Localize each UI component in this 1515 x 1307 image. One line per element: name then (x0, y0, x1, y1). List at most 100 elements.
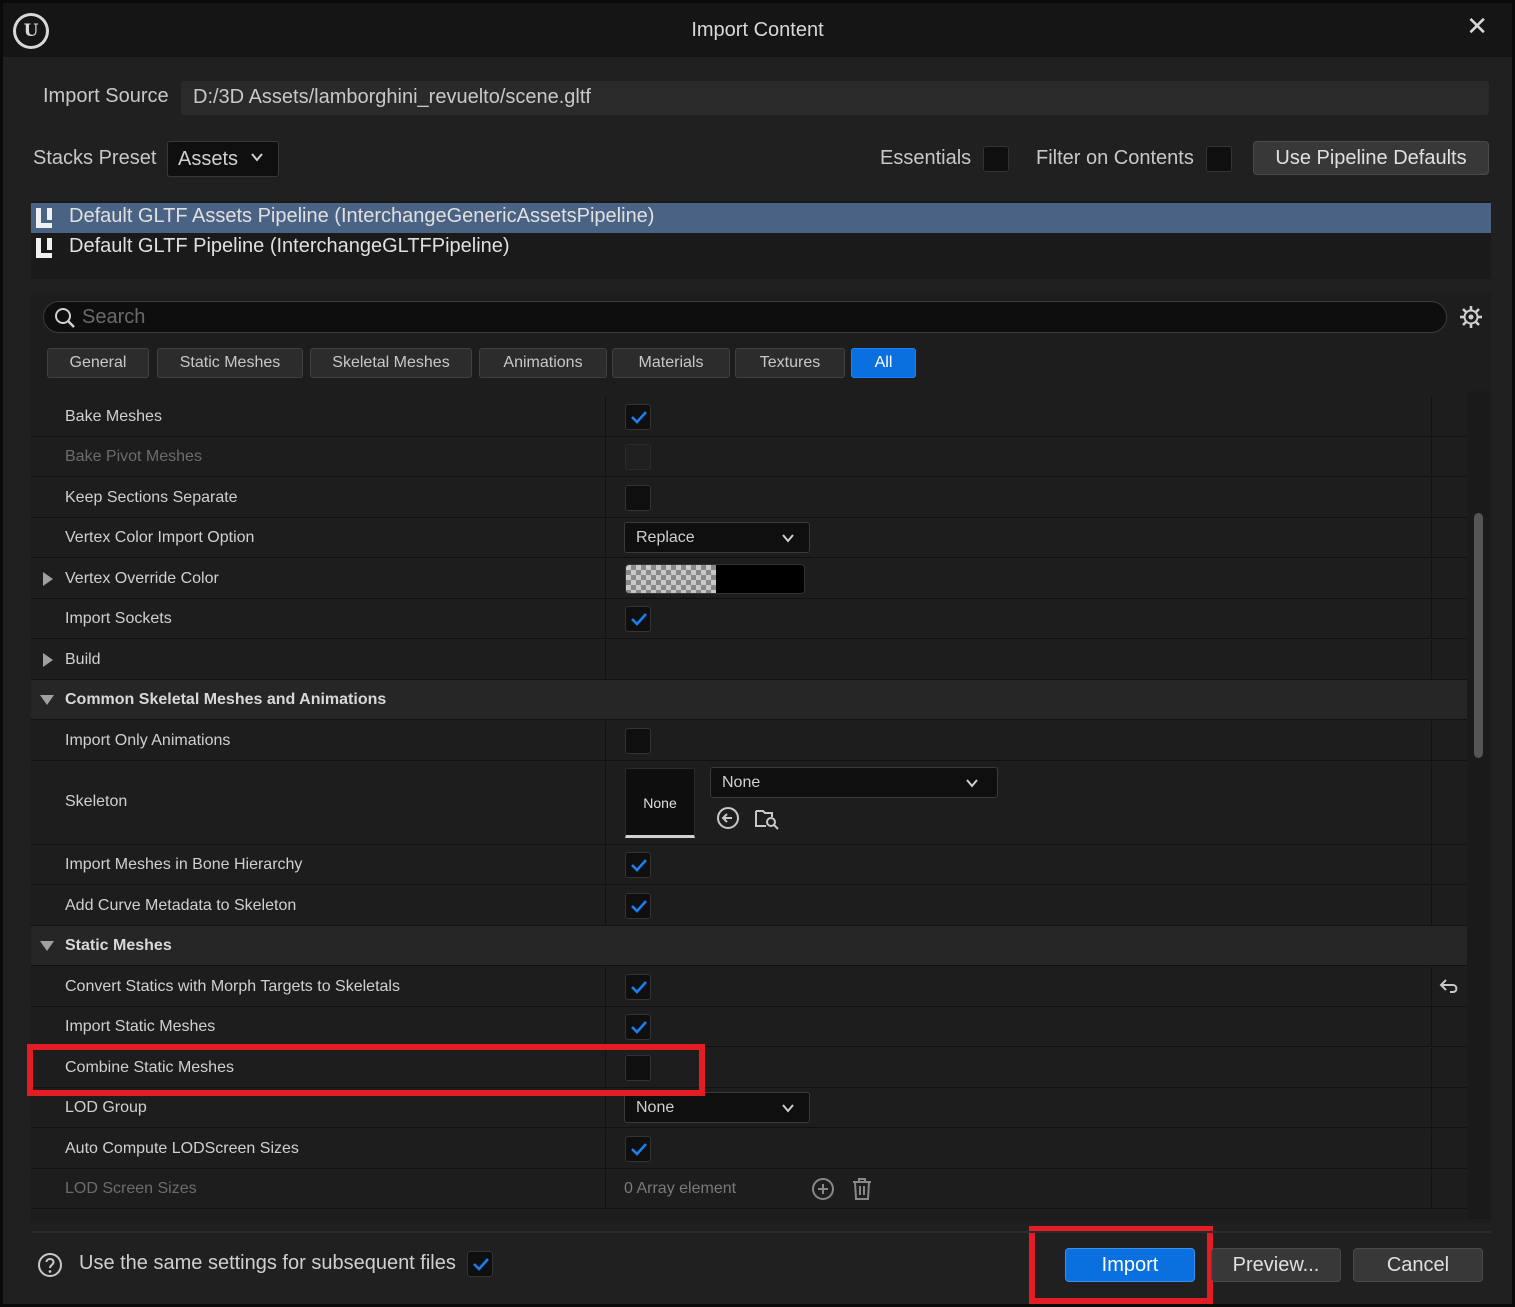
row-keep-sections-separate: Keep Sections Separate (31, 478, 1467, 518)
reset-to-default-icon[interactable] (1439, 977, 1461, 995)
import-button[interactable]: Import (1065, 1248, 1195, 1282)
search-box (43, 301, 1447, 333)
pipeline-item-gltf[interactable]: Default GLTF Pipeline (InterchangeGLTFPi… (31, 233, 1491, 263)
tab-all[interactable]: All (851, 348, 916, 378)
bake-pivot-meshes-checkbox[interactable] (625, 444, 651, 470)
checkmark-icon (631, 1021, 647, 1034)
property-label: Bake Meshes (65, 408, 162, 425)
search-icon (55, 308, 75, 328)
use-pipeline-defaults-button[interactable]: Use Pipeline Defaults (1253, 141, 1489, 175)
row-auto-compute-lod: Auto Compute LODScreen Sizes (31, 1129, 1467, 1169)
tab-materials[interactable]: Materials (612, 348, 730, 378)
pipeline-icon (36, 208, 56, 230)
lod-group-dropdown[interactable]: None (624, 1092, 810, 1123)
property-label: Add Curve Metadata to Skeleton (65, 897, 297, 914)
import-only-animations-checkbox[interactable] (625, 728, 651, 754)
category-label: Common Skeletal Meshes and Animations (65, 691, 387, 708)
title-bar: U Import Content ✕ (3, 3, 1512, 57)
collapse-arrow-icon[interactable] (40, 941, 54, 951)
property-label: Auto Compute LODScreen Sizes (65, 1140, 299, 1157)
browse-folder-icon[interactable] (754, 806, 780, 830)
add-element-icon[interactable] (811, 1177, 835, 1201)
category-common-skeletal-meshes-and-animations[interactable]: Common Skeletal Meshes and Animations (31, 680, 1467, 720)
tab-static-meshes[interactable]: Static Meshes (157, 348, 303, 378)
checkmark-icon (631, 981, 647, 994)
close-icon[interactable]: ✕ (1466, 11, 1488, 42)
bake-meshes-checkbox[interactable] (625, 404, 651, 430)
keep-sections-separate-checkbox[interactable] (625, 485, 651, 511)
chevron-down-icon (251, 153, 263, 162)
cancel-button[interactable]: Cancel (1353, 1248, 1483, 1282)
checkmark-icon (631, 859, 647, 872)
dropdown-value: Replace (636, 529, 695, 546)
property-label: LOD Screen Sizes (65, 1180, 197, 1197)
property-label: Import Meshes in Bone Hierarchy (65, 856, 303, 873)
filter-on-contents-label: Filter on Contents (1036, 147, 1194, 169)
property-label: Import Only Animations (65, 732, 231, 749)
stacks-preset-value: Assets (178, 148, 239, 170)
checkmark-icon (631, 900, 647, 913)
property-label: Build (65, 651, 101, 668)
same-settings-checkbox[interactable] (467, 1251, 493, 1277)
import-sockets-checkbox[interactable] (625, 606, 651, 632)
preview-button[interactable]: Preview... (1211, 1248, 1341, 1282)
tab-general[interactable]: General (47, 348, 149, 378)
row-build: Build (31, 640, 1467, 680)
expand-arrow-icon[interactable] (43, 572, 53, 586)
chevron-down-icon (782, 1104, 794, 1113)
import-static-meshes-checkbox[interactable] (625, 1014, 651, 1040)
trash-icon[interactable] (851, 1177, 873, 1201)
gear-icon[interactable] (1459, 305, 1483, 329)
category-label: Static Meshes (65, 937, 172, 954)
convert-statics-morph-checkbox[interactable] (625, 974, 651, 1000)
search-input[interactable] (82, 302, 1432, 332)
use-selected-asset-icon[interactable] (716, 806, 740, 830)
collapse-arrow-icon[interactable] (40, 695, 54, 705)
tab-textures[interactable]: Textures (735, 348, 845, 378)
add-curve-metadata-checkbox[interactable] (625, 893, 651, 919)
row-import-sockets: Import Sockets (31, 599, 1467, 639)
category-static-meshes[interactable]: Static Meshes (31, 926, 1467, 966)
chevron-down-icon (782, 534, 794, 543)
window-title: Import Content (691, 19, 824, 41)
skeleton-thumbnail[interactable]: None (625, 768, 695, 838)
property-label: LOD Group (65, 1099, 147, 1116)
import-meshes-bone-hierarchy-checkbox[interactable] (625, 852, 651, 878)
property-label: Import Static Meshes (65, 1018, 216, 1035)
property-label: Skeleton (65, 793, 128, 810)
tab-animations[interactable]: Animations (479, 348, 607, 378)
skeleton-asset-dropdown[interactable]: None (710, 767, 998, 798)
filter-on-contents-checkbox[interactable] (1206, 146, 1232, 172)
help-icon[interactable] (37, 1252, 63, 1278)
scrollbar-thumb[interactable] (1474, 513, 1483, 758)
scrollbar[interactable] (1467, 391, 1491, 1219)
vertex-color-import-dropdown[interactable]: Replace (624, 522, 810, 553)
highlight-combine-static-meshes (27, 1044, 705, 1096)
row-add-curve-metadata: Add Curve Metadata to Skeleton (31, 886, 1467, 926)
tab-skeletal-meshes[interactable]: Skeletal Meshes (310, 348, 472, 378)
pipeline-list: Default GLTF Assets Pipeline (Interchang… (31, 201, 1491, 279)
pipeline-item-assets[interactable]: Default GLTF Assets Pipeline (Interchang… (31, 203, 1491, 233)
array-count: 0 Array element (624, 1180, 737, 1197)
row-lod-screen-sizes: LOD Screen Sizes 0 Array element (31, 1169, 1467, 1209)
property-label: Keep Sections Separate (65, 489, 238, 506)
checkmark-icon (631, 613, 647, 626)
property-label: Import Sockets (65, 610, 172, 627)
chevron-down-icon (966, 779, 978, 788)
import-source-field[interactable]: D:/3D Assets/lamborghini_revuelto/scene.… (181, 81, 1489, 115)
import-source-label: Import Source (43, 85, 169, 107)
essentials-checkbox[interactable] (983, 146, 1009, 172)
row-import-only-animations: Import Only Animations (31, 721, 1467, 761)
stacks-preset-dropdown[interactable]: Assets (167, 141, 279, 177)
property-label: Vertex Override Color (65, 570, 219, 587)
property-label: Vertex Color Import Option (65, 529, 255, 546)
vertex-override-color-swatch[interactable] (625, 564, 805, 594)
expand-arrow-icon[interactable] (43, 653, 53, 667)
pipeline-icon (36, 238, 56, 260)
auto-compute-lod-checkbox[interactable] (625, 1136, 651, 1162)
row-bake-meshes: Bake Meshes (31, 397, 1467, 437)
row-skeleton: Skeleton None None (31, 761, 1467, 845)
property-label: Bake Pivot Meshes (65, 448, 202, 465)
pipeline-label: Default GLTF Assets Pipeline (Interchang… (69, 205, 655, 227)
pipeline-label: Default GLTF Pipeline (InterchangeGLTFPi… (69, 235, 510, 257)
